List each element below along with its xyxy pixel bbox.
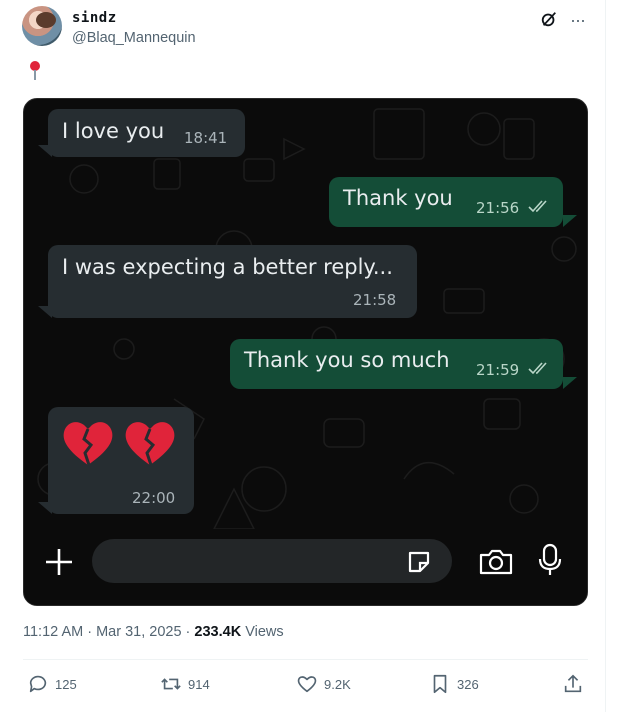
bookmark-icon (433, 674, 447, 694)
views-label: Views (241, 624, 284, 640)
bubble-tail (563, 377, 577, 389)
repost-icon (161, 678, 181, 690)
reply-button[interactable]: 125 (27, 670, 77, 698)
heart-icon (297, 676, 317, 693)
double-check-icon (528, 200, 547, 213)
message-time: 22:00 (132, 489, 176, 507)
timeline-border (605, 0, 606, 712)
share-icon (564, 674, 582, 693)
repost-button[interactable]: 914 (160, 670, 210, 698)
like-button[interactable]: 9.2K (296, 670, 351, 698)
tweet-header: sindz @Blaq_Mannequin ··· (22, 6, 592, 50)
message-time: 18:41 (184, 129, 228, 147)
message-text: I was expecting a better reply... (62, 255, 393, 279)
message-incoming[interactable]: 22:00 (48, 407, 194, 514)
grok-icon[interactable] (540, 10, 558, 28)
user-handle[interactable]: @Blaq_Mannequin (72, 30, 196, 46)
message-input[interactable] (92, 539, 452, 583)
repost-count: 914 (188, 676, 210, 692)
camera-icon[interactable] (478, 548, 514, 576)
tweet-timestamp[interactable]: 11:12 AM · Mar 31, 2025 · (23, 624, 194, 640)
double-check-icon (528, 362, 547, 375)
tweet-meta: 11:12 AM · Mar 31, 2025 · 233.4K Views (23, 624, 284, 640)
more-icon[interactable]: ··· (570, 10, 586, 31)
like-count: 9.2K (324, 676, 351, 692)
share-button[interactable] (562, 670, 584, 698)
bubble-tail (38, 306, 52, 318)
reply-icon (29, 675, 47, 693)
sticker-icon[interactable] (406, 549, 432, 575)
round-pushpin-icon (30, 61, 40, 80)
bubble-tail (38, 502, 52, 514)
message-outgoing[interactable]: Thank you 21:56 (329, 177, 563, 227)
message-text: Thank you (343, 186, 453, 210)
divider (23, 659, 588, 660)
views-count: 233.4K (194, 624, 242, 640)
message-time: 21:56 (476, 199, 520, 217)
reply-count: 125 (55, 676, 77, 692)
broken-heart-emoji (63, 422, 175, 466)
message-time: 21:59 (476, 361, 520, 379)
bubble-tail (38, 145, 52, 157)
action-bar: 125 914 9.2K 326 (23, 670, 588, 698)
message-outgoing[interactable]: Thank you so much 21:59 (230, 339, 563, 389)
message-text: I love you (62, 119, 165, 143)
plus-icon[interactable] (44, 547, 74, 577)
bookmark-count: 326 (457, 676, 479, 692)
message-composer (24, 529, 587, 605)
chat-screenshot[interactable]: I love you 18:41 Thank you 21:56 I was e… (23, 98, 588, 606)
message-time: 21:58 (353, 291, 397, 309)
message-incoming[interactable]: I was expecting a better reply... 21:58 (48, 245, 417, 318)
bookmark-button[interactable]: 326 (429, 670, 479, 698)
bubble-tail (563, 215, 577, 227)
avatar-photo (36, 12, 56, 28)
message-incoming[interactable]: I love you 18:41 (48, 109, 245, 157)
avatar[interactable] (22, 6, 62, 46)
microphone-icon[interactable] (538, 543, 562, 577)
message-text: Thank you so much (244, 348, 450, 372)
display-name[interactable]: sindz (72, 10, 117, 26)
